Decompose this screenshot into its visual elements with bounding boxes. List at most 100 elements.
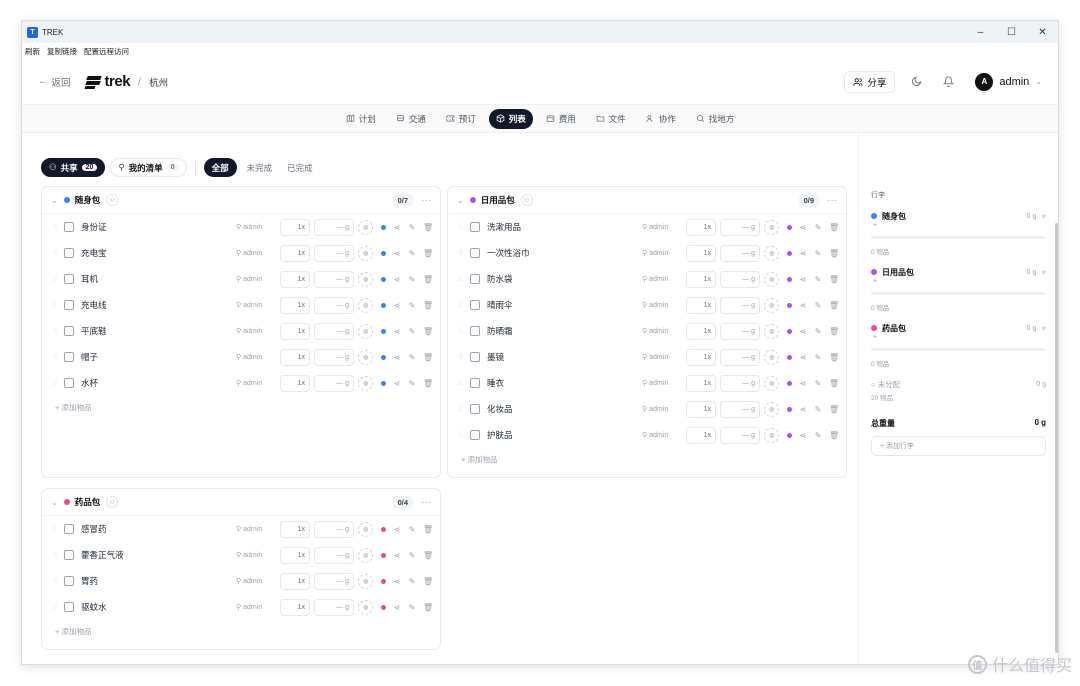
trash-icon[interactable]: 🗑	[829, 405, 839, 414]
pencil-icon[interactable]: ✎	[814, 405, 822, 414]
weight-input[interactable]: — g	[314, 244, 354, 262]
add-item-button[interactable]: + 添加物品	[42, 396, 440, 418]
item-checkbox[interactable]	[470, 326, 480, 336]
bag-assign-icon[interactable]: ◍	[358, 349, 373, 365]
bag-color-dot[interactable]	[381, 354, 386, 360]
item-checkbox[interactable]	[470, 352, 480, 362]
bag-assign-icon[interactable]: ◍	[764, 297, 779, 313]
trash-icon[interactable]: 🗑	[423, 551, 433, 560]
bag-assign-icon[interactable]: ◍	[764, 245, 779, 261]
weight-input[interactable]: — g	[314, 322, 354, 340]
bag-assign-icon[interactable]: ◍	[358, 323, 373, 339]
share-icon[interactable]: ⋖	[393, 327, 401, 336]
weight-input[interactable]: — g	[314, 296, 354, 314]
drag-handle-icon[interactable]: ⁞⁞	[53, 526, 61, 533]
tab-ticket[interactable]: 预订	[439, 109, 483, 129]
trash-icon[interactable]: 🗑	[423, 249, 433, 258]
item-name[interactable]: 墨镜	[487, 351, 642, 363]
item-owner[interactable]: ⚲ admin	[642, 327, 680, 336]
pencil-icon[interactable]: ✎	[814, 301, 822, 310]
item-name[interactable]: 驱蚊水	[81, 601, 236, 613]
trash-icon[interactable]: 🗑	[829, 327, 839, 336]
drag-handle-icon[interactable]: ⁞⁞	[53, 552, 61, 559]
item-checkbox[interactable]	[64, 222, 74, 232]
item-owner[interactable]: ⚲ admin	[236, 353, 274, 362]
item-owner[interactable]: ⚲ admin	[236, 327, 274, 336]
share-icon[interactable]: ⋖	[393, 275, 401, 284]
bag-assign-icon[interactable]: ◍	[358, 245, 373, 261]
trash-icon[interactable]: 🗑	[423, 379, 433, 388]
pencil-icon[interactable]: ✎	[814, 223, 822, 232]
chevron-down-icon[interactable]: ⌄	[51, 196, 58, 205]
drag-handle-icon[interactable]: ⁞⁞	[459, 354, 467, 361]
assign-user-icon[interactable]: ⚇	[106, 194, 119, 206]
weight-input[interactable]: — g	[720, 244, 760, 262]
quantity-input[interactable]: 1x	[280, 348, 310, 366]
quantity-input[interactable]: 1x	[280, 270, 310, 288]
bag-group-header[interactable]: ⌄ 日用品包 ⚇ 0/9 ···	[448, 187, 846, 214]
trash-icon[interactable]: 🗑	[829, 379, 839, 388]
weight-input[interactable]: — g	[314, 348, 354, 366]
quantity-input[interactable]: 1x	[686, 374, 716, 392]
chevron-down-icon[interactable]: ⌄	[457, 196, 464, 205]
moon-icon[interactable]	[905, 71, 927, 93]
bag-group-header[interactable]: ⌄ 随身包 ⚇ 0/7 ···	[42, 187, 440, 214]
drag-handle-icon[interactable]: ⁞⁞	[53, 604, 61, 611]
share-icon[interactable]: ⋖	[393, 551, 401, 560]
item-checkbox[interactable]	[64, 274, 74, 284]
weight-input[interactable]: — g	[720, 348, 760, 366]
pencil-icon[interactable]: ✎	[814, 379, 822, 388]
bag-color-dot[interactable]	[381, 328, 386, 334]
drag-handle-icon[interactable]: ⁞⁞	[53, 328, 61, 335]
trash-icon[interactable]: 🗑	[423, 603, 433, 612]
bag-color-dot[interactable]	[381, 224, 386, 230]
quantity-input[interactable]: 1x	[686, 218, 716, 236]
weight-input[interactable]: — g	[720, 400, 760, 418]
item-name[interactable]: 耳机	[81, 273, 236, 285]
item-name[interactable]: 化妆品	[487, 403, 642, 415]
weight-input[interactable]: — g	[720, 270, 760, 288]
pencil-icon[interactable]: ✎	[408, 301, 416, 310]
add-user-icon[interactable]: +	[873, 222, 1046, 233]
trash-icon[interactable]: 🗑	[829, 301, 839, 310]
status-incomplete[interactable]: 未完成	[242, 158, 278, 177]
item-owner[interactable]: ⚲ admin	[236, 301, 274, 310]
item-checkbox[interactable]	[470, 378, 480, 388]
bag-color-dot[interactable]	[381, 380, 386, 386]
minimize-button[interactable]: –	[965, 21, 996, 43]
item-owner[interactable]: ⚲ admin	[642, 275, 680, 284]
drag-handle-icon[interactable]: ⁞⁞	[459, 302, 467, 309]
bag-color-dot[interactable]	[787, 328, 792, 334]
trash-icon[interactable]: 🗑	[423, 525, 433, 534]
quantity-input[interactable]: 1x	[686, 322, 716, 340]
item-owner[interactable]: ⚲ admin	[236, 379, 274, 388]
pencil-icon[interactable]: ✎	[814, 353, 822, 362]
trash-icon[interactable]: 🗑	[423, 275, 433, 284]
chevron-down-icon[interactable]: ⌄	[51, 498, 58, 507]
item-name[interactable]: 藿香正气液	[81, 549, 236, 561]
close-icon[interactable]: ×	[1041, 268, 1046, 277]
weight-input[interactable]: — g	[720, 322, 760, 340]
weight-input[interactable]: — g	[314, 520, 354, 538]
share-icon[interactable]: ⋖	[393, 353, 401, 362]
share-icon[interactable]: ⋖	[393, 577, 401, 586]
item-name[interactable]: 一次性浴巾	[487, 247, 642, 259]
tab-users[interactable]: 协作	[639, 109, 683, 129]
share-icon[interactable]: ⋖	[393, 379, 401, 388]
share-icon[interactable]: ⋖	[799, 379, 807, 388]
bag-color-dot[interactable]	[381, 552, 386, 558]
trash-icon[interactable]: 🗑	[829, 223, 839, 232]
bag-assign-icon[interactable]: ◍	[358, 599, 373, 615]
quantity-input[interactable]: 1x	[280, 598, 310, 616]
quantity-input[interactable]: 1x	[686, 296, 716, 314]
item-name[interactable]: 身份证	[81, 221, 236, 233]
item-owner[interactable]: ⚲ admin	[236, 525, 274, 534]
quantity-input[interactable]: 1x	[686, 244, 716, 262]
bag-assign-icon[interactable]: ◍	[358, 521, 373, 537]
share-icon[interactable]: ⋖	[799, 249, 807, 258]
drag-handle-icon[interactable]: ⁞⁞	[53, 250, 61, 257]
weight-input[interactable]: — g	[314, 598, 354, 616]
item-name[interactable]: 感冒药	[81, 523, 236, 535]
more-icon[interactable]: ···	[421, 497, 431, 508]
bag-assign-icon[interactable]: ◍	[358, 271, 373, 287]
